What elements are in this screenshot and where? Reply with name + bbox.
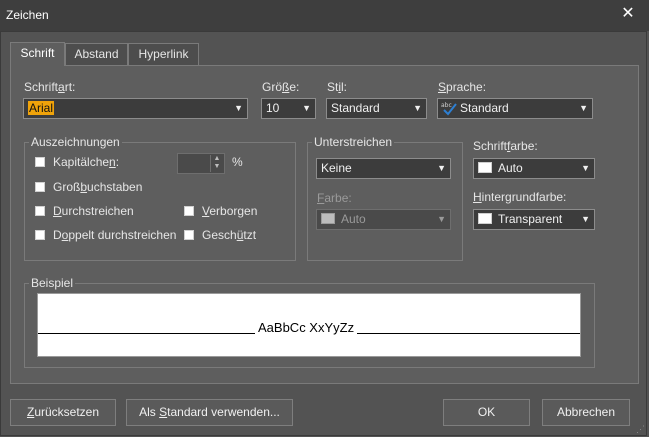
background-color-value: Transparent <box>498 212 563 226</box>
underline-combobox[interactable]: Keine ▼ <box>316 158 451 179</box>
color-swatch <box>478 162 492 173</box>
style-label: Stil: <box>327 80 348 94</box>
smallcaps-label: Kapitälchen: <box>53 155 120 169</box>
language-label: Sprache: <box>438 80 487 94</box>
reset-button[interactable]: Zurücksetzen <box>10 399 116 426</box>
tab-schrift[interactable]: Schrift <box>10 42 65 66</box>
font-style-combobox[interactable]: Standard ▼ <box>326 98 427 119</box>
preview-box: AaBbCc XxYyZz <box>37 293 581 357</box>
chevron-down-icon[interactable]: ▼ <box>579 99 588 118</box>
uppercase-label: Großbuchstaben <box>53 180 143 194</box>
svg-text:abc: abc <box>441 102 452 109</box>
tab-hyperlink[interactable]: Hyperlink <box>128 43 199 65</box>
font-color-label: Schriftfarbe: <box>473 139 538 153</box>
color-swatch <box>478 213 492 224</box>
chevron-down-icon[interactable]: ▼ <box>437 159 446 178</box>
underline-legend: Unterstreichen <box>312 135 395 149</box>
protected-checkbox[interactable] <box>184 230 194 240</box>
uppercase-checkbox[interactable] <box>35 182 45 192</box>
chevron-down-icon[interactable]: ▼ <box>302 99 311 118</box>
hidden-label: Verborgen <box>202 204 258 218</box>
strikethrough-label: Durchstreichen <box>53 204 134 218</box>
double-strikethrough-label: Doppelt durchstreichen <box>53 228 177 242</box>
chevron-down-icon[interactable]: ▼ <box>581 210 590 229</box>
background-color-label: Hintergrundfarbe: <box>473 190 567 204</box>
set-default-button[interactable]: Als Standard verwenden... <box>126 399 293 426</box>
font-color-value: Auto <box>498 161 523 175</box>
chevron-down-icon[interactable]: ▼ <box>437 210 446 229</box>
font-name-combobox[interactable]: Arial ▼ <box>23 98 248 119</box>
font-size-value: 10 <box>266 101 280 115</box>
tab-abstand[interactable]: Abstand <box>65 43 128 65</box>
double-strikethrough-checkbox[interactable] <box>35 230 45 240</box>
language-value: Standard <box>460 101 509 115</box>
cancel-button[interactable]: Abbrechen <box>542 399 630 426</box>
strikethrough-checkbox[interactable] <box>35 206 45 216</box>
font-color-combobox[interactable]: Auto ▼ <box>473 158 595 179</box>
color-swatch <box>321 213 335 224</box>
underline-color-combobox[interactable]: Auto ▼ <box>316 209 451 230</box>
language-combobox[interactable]: abc Standard ▼ <box>437 98 593 119</box>
resize-grip-icon[interactable]: ⋰ <box>636 424 645 435</box>
font-style-value: Standard <box>331 101 380 115</box>
spellcheck-icon: abc <box>441 102 457 116</box>
font-label: Schriftart: <box>24 80 76 94</box>
smallcaps-percent-spinner[interactable]: ▲ ▼ <box>177 153 225 174</box>
title-bar <box>0 0 649 31</box>
underline-color-value: Auto <box>341 212 366 226</box>
chevron-down-icon[interactable]: ▼ <box>234 99 243 118</box>
underline-value: Keine <box>321 161 352 175</box>
ok-button[interactable]: OK <box>443 399 530 426</box>
background-color-combobox[interactable]: Transparent ▼ <box>473 209 595 230</box>
underline-color-label: Farbe: <box>317 191 352 205</box>
font-size-combobox[interactable]: 10 ▼ <box>261 98 316 119</box>
size-label: Größe: <box>262 80 300 94</box>
preview-sample-text: AaBbCc XxYyZz <box>255 320 358 335</box>
chevron-down-icon[interactable]: ▼ <box>581 159 590 178</box>
preview-legend: Beispiel <box>29 276 76 290</box>
spinner-buttons[interactable]: ▲ ▼ <box>210 155 223 172</box>
protected-label: Geschützt <box>202 228 257 242</box>
percent-unit: % <box>232 155 243 169</box>
close-icon[interactable]: ✕ <box>620 5 636 23</box>
window-title: Zeichen <box>6 8 49 22</box>
smallcaps-checkbox[interactable] <box>35 157 45 167</box>
effects-legend: Auszeichnungen <box>29 135 122 149</box>
font-name-value[interactable]: Arial <box>28 101 55 115</box>
hidden-checkbox[interactable] <box>184 206 194 216</box>
chevron-down-icon[interactable]: ▼ <box>413 99 422 118</box>
